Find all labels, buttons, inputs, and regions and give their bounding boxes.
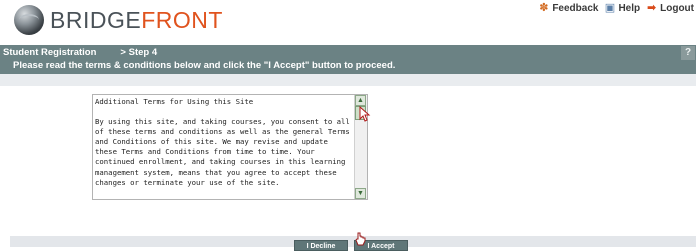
logo-accent: FRONT xyxy=(141,7,223,33)
scroll-up-button[interactable]: ▲ xyxy=(355,95,366,106)
feedback-link[interactable]: ✽ Feedback xyxy=(538,2,599,15)
top-links: ✽ Feedback ▣ Help ➡ Logout xyxy=(538,2,694,15)
terms-body: By using this site, and taking courses, … xyxy=(95,117,350,187)
action-buttons: I Decline I Accept xyxy=(294,240,408,251)
logo-globe-icon xyxy=(14,5,44,35)
breadcrumb-step: > Step 4 xyxy=(120,47,158,58)
breadcrumb-section: Student Registration xyxy=(3,47,97,58)
terms-textarea[interactable]: Additional Terms for Using this Site By u… xyxy=(92,94,368,200)
logo: BRIDGEFRONT xyxy=(50,7,223,34)
arrow-cursor-icon xyxy=(359,106,371,122)
help-button[interactable]: ? xyxy=(681,46,695,60)
header: BRIDGEFRONT ✽ Feedback ▣ Help ➡ Logout xyxy=(0,0,696,44)
terms-title: Additional Terms for Using this Site xyxy=(95,97,254,106)
feedback-icon: ✽ xyxy=(539,2,549,14)
help-label: Help xyxy=(618,3,641,14)
logout-icon: ➡ xyxy=(647,2,657,14)
logout-label: Logout xyxy=(660,3,694,14)
terms-text: Additional Terms for Using this Site By u… xyxy=(93,95,355,199)
instruction-text: Please read the terms & conditions below… xyxy=(13,60,396,71)
feedback-label: Feedback xyxy=(552,3,599,14)
scroll-down-button[interactable]: ▼ xyxy=(355,188,366,199)
spacer-strip xyxy=(0,74,696,86)
title-bar: Student Registration > Step 4 Please read… xyxy=(0,45,696,74)
help-link[interactable]: ▣ Help xyxy=(604,2,641,15)
help-icon: ▣ xyxy=(604,2,616,14)
breadcrumb: Student Registration > Step 4 xyxy=(3,47,157,58)
hand-cursor-icon xyxy=(355,232,366,246)
decline-button[interactable]: I Decline xyxy=(294,240,348,251)
logout-link[interactable]: ➡ Logout xyxy=(646,2,694,15)
logo-prefix: BRIDGE xyxy=(50,7,142,33)
